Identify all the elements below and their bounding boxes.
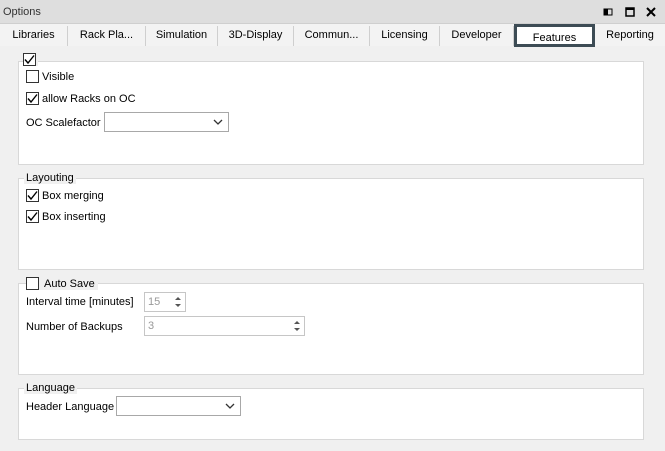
oc-scalefactor-combo[interactable] <box>104 112 229 132</box>
chevron-down-icon <box>212 117 224 130</box>
maximize-icon[interactable] <box>622 4 638 20</box>
box-merging-row[interactable]: Box merging <box>26 189 104 202</box>
float-window-icon[interactable] <box>600 4 616 20</box>
oc-enabled-checkbox[interactable] <box>23 53 36 66</box>
allow-racks-label: allow Racks on OC <box>42 92 136 105</box>
tab-reporting[interactable]: Reporting <box>595 26 665 46</box>
tab-simulation[interactable]: Simulation <box>146 26 218 46</box>
autosave-checkbox[interactable] <box>26 277 39 290</box>
autosave-title: Auto Save <box>44 277 95 290</box>
tab-bar: Libraries Rack Pla... Simulation 3D-Disp… <box>0 24 665 47</box>
language-group <box>18 388 644 440</box>
close-icon[interactable] <box>643 4 659 20</box>
header-language-label: Header Language <box>26 401 115 413</box>
spin-arrows-icon[interactable] <box>171 293 185 311</box>
interval-spinbox[interactable]: 15 <box>144 292 186 312</box>
autosave-row[interactable]: Auto Save <box>26 277 98 290</box>
visible-row[interactable]: Visible <box>26 70 74 83</box>
tab-rack-placement[interactable]: Rack Pla... <box>68 26 146 46</box>
allow-racks-row[interactable]: allow Racks on OC <box>26 92 136 105</box>
visible-checkbox[interactable] <box>26 70 39 83</box>
box-merging-label: Box merging <box>42 189 104 202</box>
tab-libraries[interactable]: Libraries <box>0 26 68 46</box>
interval-value: 15 <box>148 296 161 308</box>
box-merging-checkbox[interactable] <box>26 189 39 202</box>
header-language-combo[interactable] <box>116 396 241 416</box>
tab-communication[interactable]: Commun... <box>294 26 370 46</box>
tab-licensing[interactable]: Licensing <box>370 26 440 46</box>
tab-3d-display[interactable]: 3D-Display <box>218 26 294 46</box>
language-title: Language <box>24 382 77 394</box>
interval-label: Interval time [minutes] <box>26 296 134 308</box>
allow-racks-checkbox[interactable] <box>26 92 39 105</box>
layouting-title: Layouting <box>24 172 76 184</box>
tab-developer[interactable]: Developer <box>440 26 514 46</box>
backups-spinbox[interactable]: 3 <box>144 316 305 336</box>
chevron-down-icon <box>224 401 236 414</box>
backups-value: 3 <box>148 320 155 332</box>
oc-scalefactor-label: OC Scalefactor <box>26 117 101 129</box>
oc-enabled-row[interactable] <box>23 53 38 66</box>
backups-label: Number of Backups <box>26 321 123 333</box>
box-inserting-label: Box inserting <box>42 210 106 223</box>
tab-features[interactable]: Features <box>514 24 595 47</box>
box-inserting-checkbox[interactable] <box>26 210 39 223</box>
box-inserting-row[interactable]: Box inserting <box>26 210 106 223</box>
window-titlebar: Options <box>0 0 665 24</box>
visible-label: Visible <box>42 70 75 83</box>
spin-arrows-icon[interactable] <box>290 317 304 335</box>
window-title: Options <box>3 6 41 18</box>
layouting-group <box>18 178 644 270</box>
